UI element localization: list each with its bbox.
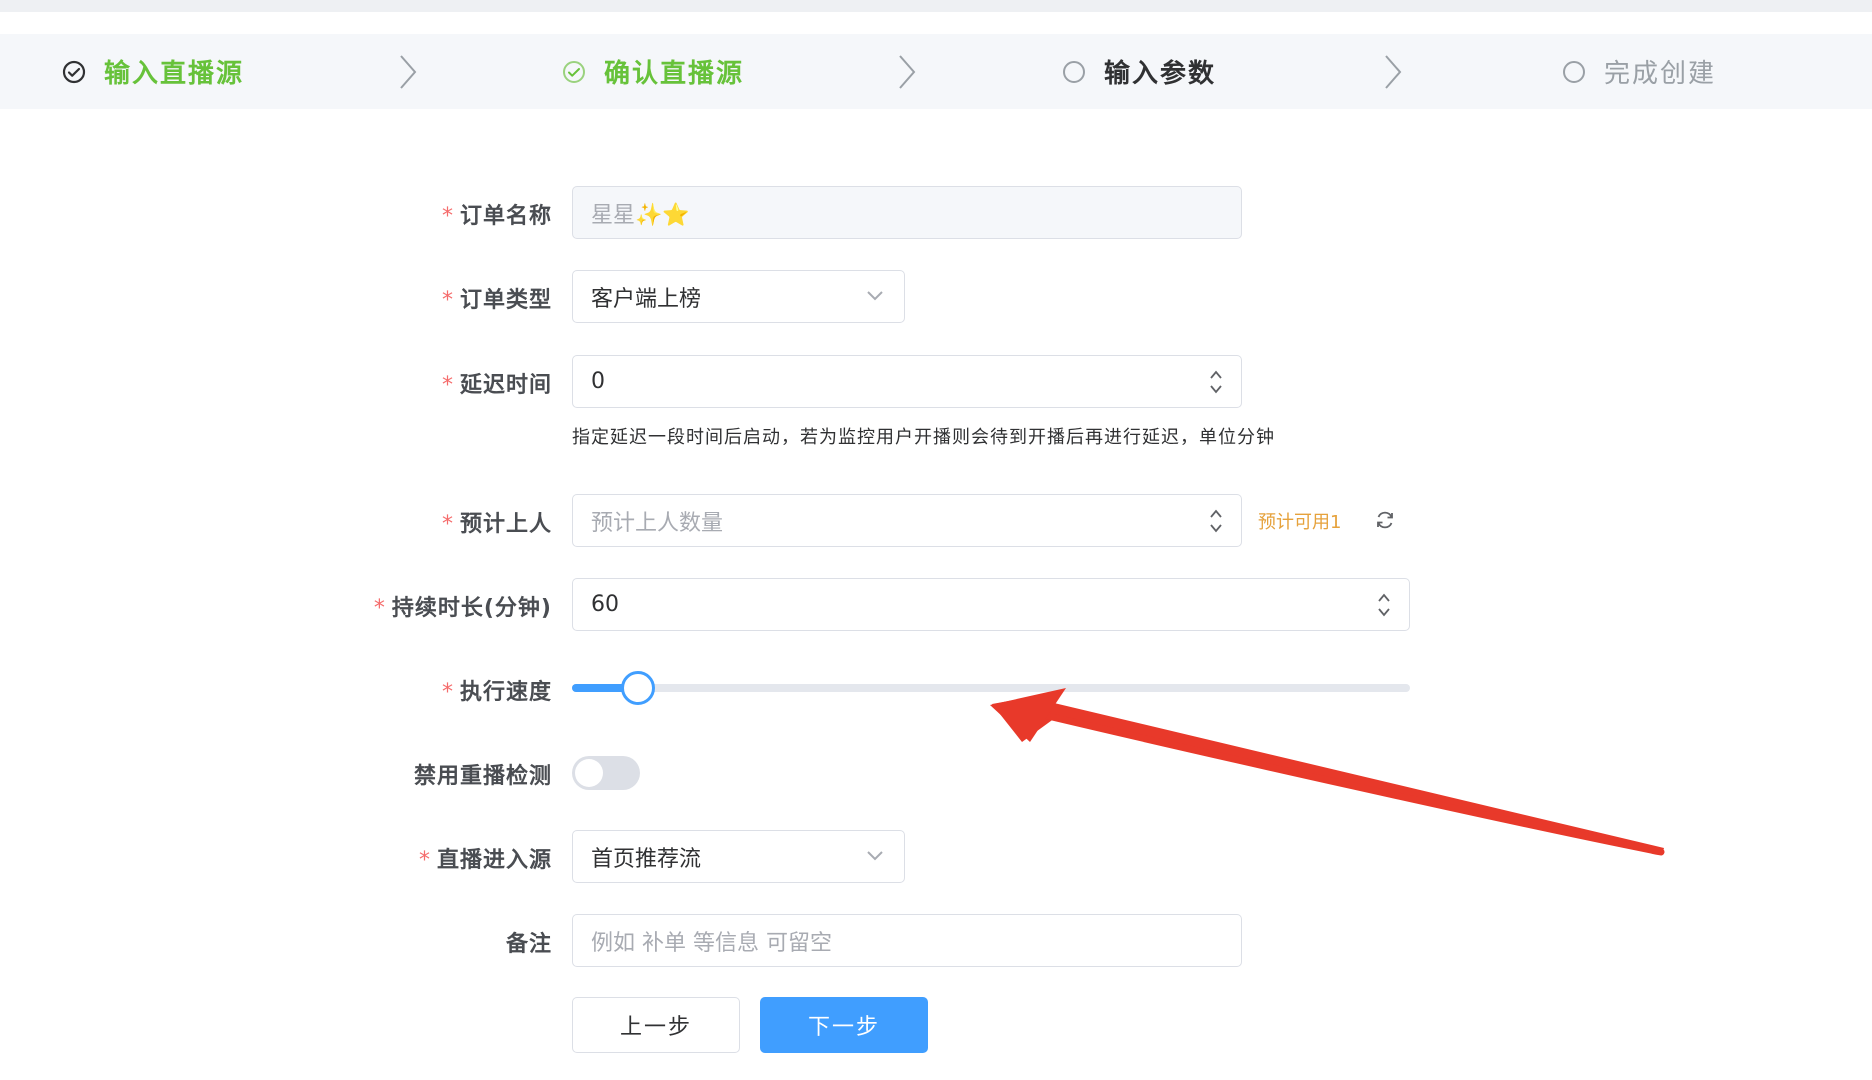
order-type-label: * 订单类型 <box>441 288 552 313</box>
duration-label: * 持续时长(分钟) <box>373 596 552 621</box>
delay-input[interactable]: 0 <box>572 355 1242 408</box>
expected-users-input[interactable]: 预计上人数量 <box>572 494 1242 547</box>
next-step-button[interactable]: 下一步 <box>760 997 928 1053</box>
step-label: 输入参数 <box>1104 59 1217 89</box>
chevron-right-icon <box>400 55 417 89</box>
expected-users-label: * 预计上人 <box>441 512 552 537</box>
spinner-arrows-icon[interactable] <box>1209 507 1223 535</box>
order-name-label: * 订单名称 <box>441 204 552 229</box>
order-name-input[interactable]: 星星✨⭐ <box>572 186 1242 239</box>
check-circle-icon <box>62 60 86 83</box>
step-label: 完成创建 <box>1604 59 1717 89</box>
order-type-select[interactable]: 客户端上榜 <box>572 270 905 323</box>
remark-label: 备注 <box>505 932 552 957</box>
spinner-arrows-icon[interactable] <box>1209 368 1223 396</box>
top-strip <box>0 0 1872 12</box>
delay-hint: 指定延迟一段时间后启动，若为监控用户开播则会待到开播后再进行延迟，单位分钟 <box>572 427 1275 448</box>
toggle-knob <box>575 759 603 787</box>
spinner-arrows-icon[interactable] <box>1377 591 1391 619</box>
step-finish[interactable]: 完成创建 <box>1562 34 1716 109</box>
remark-input[interactable]: 例如 补单 等信息 可留空 <box>572 914 1242 967</box>
steps-bar: 输入直播源 确认直播源 输入参数 完成创建 <box>0 34 1872 109</box>
step-input-source[interactable]: 输入直播源 <box>62 34 244 109</box>
circle-icon <box>1563 60 1585 83</box>
check-circle-icon <box>563 60 585 83</box>
prev-step-button[interactable]: 上一步 <box>572 997 740 1053</box>
circle-icon <box>1063 60 1085 83</box>
chevron-down-icon <box>867 851 883 861</box>
duration-input[interactable]: 60 <box>572 578 1410 631</box>
speed-slider-thumb[interactable] <box>621 671 656 705</box>
chevron-down-icon <box>867 291 883 301</box>
disable-replay-toggle[interactable] <box>572 756 640 790</box>
step-label: 确认直播源 <box>604 59 745 89</box>
entry-source-select[interactable]: 首页推荐流 <box>572 830 905 883</box>
refresh-icon[interactable] <box>1374 509 1396 531</box>
delay-label: * 延迟时间 <box>441 373 552 398</box>
step-input-params[interactable]: 输入参数 <box>1062 34 1216 109</box>
chevron-right-icon <box>1385 55 1402 89</box>
available-count: 预计可用1 <box>1258 512 1342 533</box>
chevron-right-icon <box>899 55 916 89</box>
speed-label: * 执行速度 <box>441 680 552 705</box>
step-confirm-source[interactable]: 确认直播源 <box>562 34 744 109</box>
disable-replay-label: 禁用重播检测 <box>413 764 552 789</box>
step-label: 输入直播源 <box>104 59 245 89</box>
speed-slider-track[interactable] <box>572 684 1410 692</box>
entry-source-label: * 直播进入源 <box>418 848 552 873</box>
